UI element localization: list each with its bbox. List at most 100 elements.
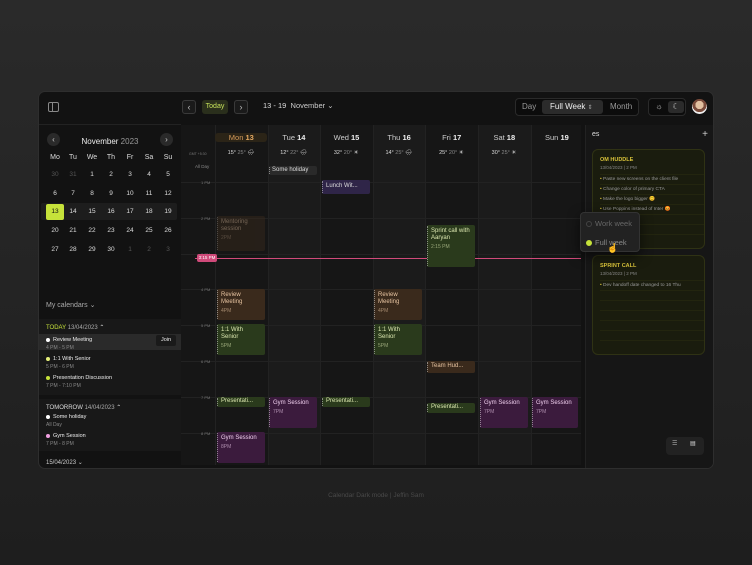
day-header[interactable]: Sat 18 (478, 133, 530, 142)
mini-day[interactable]: 4 (140, 167, 158, 183)
note-item[interactable]: Make the logo bigger 😊 (600, 195, 704, 205)
calendar-icon[interactable]: ▤ (690, 440, 696, 447)
calendar-event[interactable]: 1:1 With Senior 5PM (374, 324, 422, 355)
note-item[interactable]: Change color of primary CTA (600, 185, 704, 195)
calendar-event[interactable]: Gym Session 7PM (480, 397, 528, 428)
mini-day[interactable]: 18 (140, 204, 158, 220)
mini-day[interactable]: 1 (83, 167, 101, 183)
moon-icon[interactable]: ☾ (668, 101, 684, 113)
today-header[interactable]: TODAY 13/04/2023 ⌃ (46, 324, 104, 331)
prev-week-button[interactable]: ‹ (182, 100, 196, 114)
calendar-event[interactable]: Gym Session 7PM (532, 397, 578, 428)
dropdown-option-work-week[interactable]: Work week (586, 219, 632, 228)
calendar-event[interactable]: Mentoring session 2PM (217, 216, 265, 251)
mini-day[interactable]: 28 (64, 242, 82, 258)
note-item[interactable]: Paste new screens on the client file (600, 175, 704, 185)
day-header[interactable]: Wed 15 (321, 133, 373, 142)
mini-day[interactable]: 29 (83, 242, 101, 258)
note-item[interactable] (600, 331, 704, 341)
join-button[interactable]: Join (156, 335, 176, 346)
today-button[interactable]: Today (202, 100, 228, 114)
mini-day[interactable]: 20 (46, 223, 64, 239)
mini-day[interactable]: 21 (64, 223, 82, 239)
calendar-event[interactable]: Review Meeting 4PM (217, 289, 265, 320)
notes-toggle[interactable]: ☰ ▤ (666, 437, 704, 455)
mini-day[interactable]: 26 (159, 223, 177, 239)
mini-day[interactable]: 23 (102, 223, 120, 239)
mini-day[interactable]: 8 (83, 186, 101, 202)
calendar-event[interactable]: Gym Session 8PM (217, 432, 265, 463)
agenda-event[interactable]: 1:1 With Senior 5 PM - 6 PM (46, 356, 91, 370)
tomorrow-header[interactable]: TOMORROW 14/04/2023 ⌃ (46, 404, 121, 411)
sun-icon[interactable]: ☼ (651, 101, 667, 113)
mini-day[interactable]: 2 (140, 242, 158, 258)
agenda-event[interactable]: Presentation Discussion 7 PM - 7:10 PM (46, 375, 112, 389)
calendar-event[interactable]: Team Hud... (427, 361, 475, 373)
note-card[interactable]: SPRINT CALL 13/04/2023 | 2 PM Dev handof… (592, 255, 705, 355)
mini-day[interactable]: 13 (46, 204, 64, 221)
day-column[interactable] (320, 125, 373, 465)
calendar-event[interactable]: Gym Session 7PM (269, 397, 317, 428)
note-item[interactable] (600, 311, 704, 321)
mini-day[interactable]: 14 (64, 204, 82, 220)
note-item[interactable] (600, 291, 704, 301)
mini-day[interactable]: 16 (102, 204, 120, 220)
calendar-event[interactable]: Lunch Wit... (322, 180, 370, 194)
next-date-header[interactable]: 15/04/2023 ⌄ (46, 459, 83, 466)
mini-day[interactable]: 6 (46, 186, 64, 202)
mini-day[interactable]: 5 (159, 167, 177, 183)
day-header[interactable]: Mon 13 (215, 133, 268, 142)
mini-day[interactable]: 2 (102, 167, 120, 183)
sidebar-toggle-icon[interactable] (48, 102, 59, 112)
chevron-up-icon: ⌃ (99, 325, 105, 331)
view-day-tab[interactable]: Day (522, 102, 536, 111)
calendar-event[interactable]: Presentati... (322, 397, 370, 407)
add-note-button[interactable]: + (702, 129, 708, 140)
day-column[interactable] (425, 125, 478, 465)
list-icon[interactable]: ☰ (672, 440, 677, 447)
view-month-tab[interactable]: Month (610, 102, 632, 111)
my-calendars-label: My calendars (46, 302, 88, 309)
mini-day[interactable]: 27 (46, 242, 64, 258)
calendar-event[interactable]: 1:1 With Senior 5PM (217, 324, 265, 355)
my-calendars-dropdown[interactable]: My calendars ⌄ (46, 301, 95, 309)
mini-day[interactable]: 12 (159, 186, 177, 202)
note-item[interactable] (600, 321, 704, 331)
mini-day[interactable]: 10 (121, 186, 139, 202)
holiday-event[interactable]: Some holiday (269, 166, 317, 175)
mini-day[interactable]: 9 (102, 186, 120, 202)
sort-icon: ⇕ (587, 105, 593, 111)
agenda-event[interactable]: Review Meeting 4 PM - 5 PM (46, 337, 92, 351)
mini-day[interactable]: 15 (83, 204, 101, 220)
day-header[interactable]: Thu 16 (373, 133, 425, 142)
mini-day[interactable]: 11 (140, 186, 158, 202)
mini-day[interactable]: 22 (83, 223, 101, 239)
day-header[interactable]: Sun 19 (531, 133, 583, 142)
mini-day[interactable]: 19 (159, 204, 177, 220)
avatar[interactable] (692, 99, 707, 114)
date-range-picker[interactable]: 13 - 19 November ⌄ (263, 101, 334, 110)
day-header[interactable]: Fri 17 (426, 133, 478, 142)
calendar-event[interactable]: Sprint call with Aaryan 2:15 PM (427, 225, 475, 267)
mini-day[interactable]: 30 (102, 242, 120, 258)
mini-day[interactable]: 3 (121, 167, 139, 183)
mini-day[interactable]: 7 (64, 186, 82, 202)
mini-day[interactable]: 17 (121, 204, 139, 220)
mini-day[interactable]: 1 (121, 242, 139, 258)
calendar-event[interactable]: Presentati... (427, 403, 475, 413)
mini-day[interactable]: 3 (159, 242, 177, 258)
mini-day[interactable]: 30 (46, 167, 64, 183)
view-fullweek-tab[interactable]: Full Week ⇕ (542, 100, 603, 114)
calendar-event[interactable]: Review Meeting 4PM (374, 289, 422, 320)
mini-day[interactable]: 24 (121, 223, 139, 239)
next-week-button[interactable]: › (234, 100, 248, 114)
mini-day[interactable]: 31 (64, 167, 82, 183)
mini-next-month-button[interactable]: › (160, 133, 173, 146)
note-item[interactable] (600, 301, 704, 311)
day-header[interactable]: Tue 14 (268, 133, 320, 142)
agenda-event[interactable]: Some holiday All Day (46, 414, 86, 428)
agenda-event[interactable]: Gym Session 7 PM - 8 PM (46, 433, 86, 447)
calendar-event[interactable]: Presentati... (217, 397, 265, 407)
note-item[interactable]: Dev handoff date changed to 16 Thu (600, 281, 704, 291)
mini-day[interactable]: 25 (140, 223, 158, 239)
